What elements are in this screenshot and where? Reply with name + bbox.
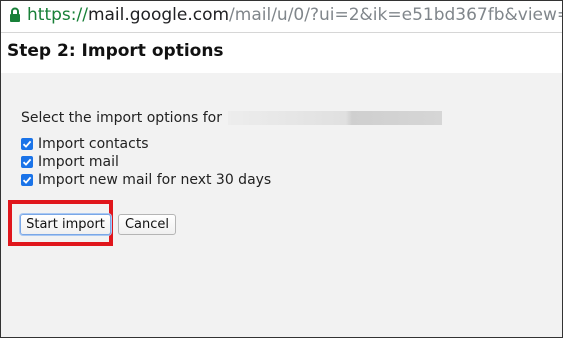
page-title: Step 2: Import options	[7, 41, 224, 61]
import-mail-checkbox[interactable]	[21, 156, 33, 168]
import-options-form: Select the import options for Import con…	[1, 73, 562, 337]
import-contacts-checkbox[interactable]	[21, 138, 33, 150]
redacted-email	[228, 111, 443, 125]
url-path: /mail/u/0/?ui=2&ik=e51bd367fb&view=mip&f…	[229, 5, 562, 25]
url-host: mail.google.com	[87, 5, 230, 25]
address-bar[interactable]: https://mail.google.com/mail/u/0/?ui=2&i…	[1, 1, 562, 33]
option-import-new-mail[interactable]: Import new mail for next 30 days	[21, 171, 271, 189]
prompt-row: Select the import options for	[21, 109, 443, 127]
option-import-mail[interactable]: Import mail	[21, 153, 119, 171]
lock-icon	[9, 7, 21, 23]
option-import-contacts[interactable]: Import contacts	[21, 135, 149, 153]
page-header: Step 2: Import options	[1, 33, 562, 73]
import-new-mail-checkbox[interactable]	[21, 174, 33, 186]
import-contacts-label: Import contacts	[38, 136, 149, 152]
url-scheme: https://	[27, 5, 88, 25]
cancel-button[interactable]: Cancel	[118, 214, 176, 235]
start-import-button[interactable]: Start import	[20, 214, 111, 235]
prompt-label: Select the import options for	[21, 110, 223, 126]
import-new-mail-label: Import new mail for next 30 days	[38, 172, 272, 188]
import-mail-label: Import mail	[38, 154, 119, 170]
browser-window: https://mail.google.com/mail/u/0/?ui=2&i…	[0, 0, 563, 338]
url-text: https://mail.google.com/mail/u/0/?ui=2&i…	[27, 4, 562, 26]
